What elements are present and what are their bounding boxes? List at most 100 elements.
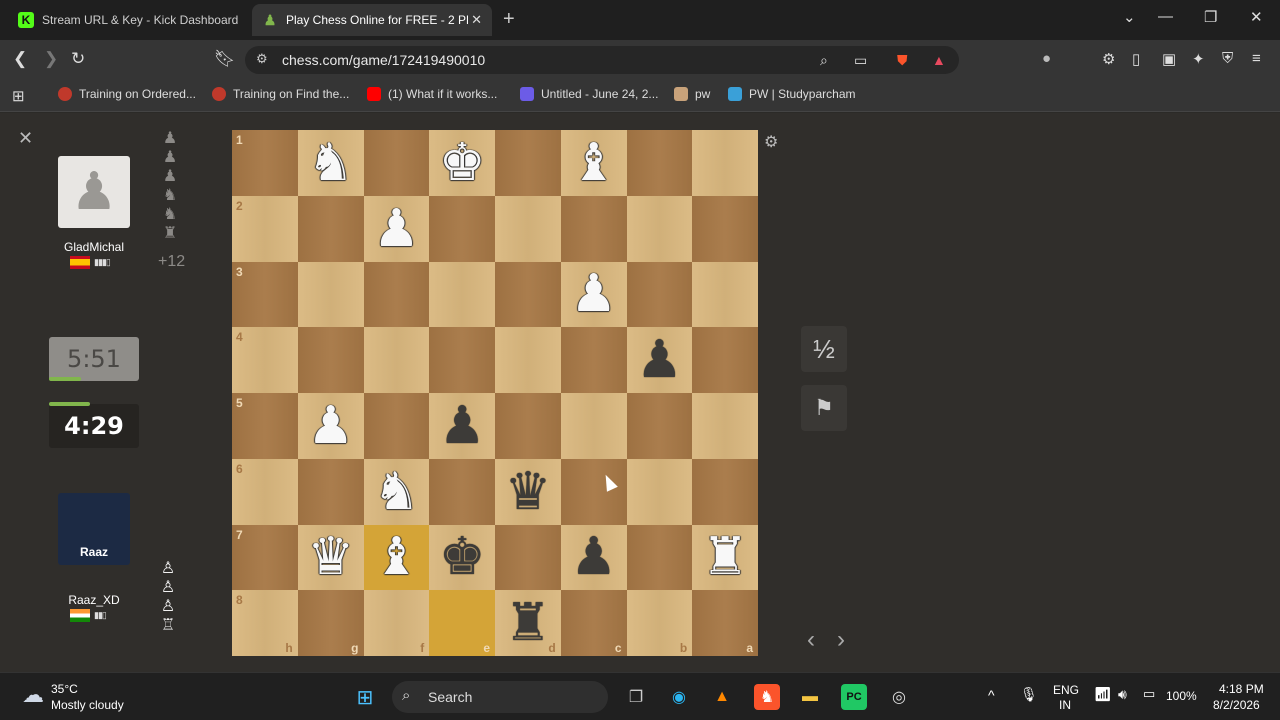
board-square[interactable] [560,327,627,393]
board-square[interactable] [626,195,693,262]
resign-flag-icon[interactable]: ⚑ [801,385,847,431]
white-rook-icon[interactable]: ♜ [702,531,749,583]
minimize-button[interactable]: — [1158,8,1173,25]
weather-desc[interactable]: Mostly cloudy [51,698,124,712]
board-square[interactable]: ♟ [626,327,693,393]
forward-button[interactable]: ❯ [44,49,58,69]
board-square[interactable] [297,327,364,393]
task-view-icon[interactable]: ❐ [623,684,649,710]
board-square[interactable] [692,327,758,393]
board-square[interactable] [363,393,430,459]
board-square[interactable] [429,261,495,328]
board-square[interactable] [363,327,430,393]
chess-board[interactable]: 1 ♞ ♚ ♝ 2 ♟ 3 ♟ 4 ♟ 5 ♟ ♟ 6 ♞ ♛ 7 ♛ ♝ ♚ ♟ ♜ 8 h g f e d ♜ c b a [232,130,758,656]
board-square[interactable]: f [363,590,430,656]
taskbar-search[interactable]: ⌕ Search [392,681,608,713]
board-square[interactable]: e [429,590,495,656]
board-square[interactable] [626,130,693,196]
extension-icon[interactable]: ● [1042,50,1051,67]
board-square[interactable] [495,327,561,393]
previous-move-button[interactable]: ‹ [807,626,815,654]
tab-chess[interactable]: ♟ Play Chess Online for FREE - 2 Pl ✕ [252,4,492,36]
board-square[interactable] [626,393,693,459]
board-square[interactable] [626,261,693,328]
board-square[interactable] [297,261,364,328]
battery-percent[interactable]: 100% [1166,689,1197,703]
board-square[interactable]: ♟ [560,524,627,591]
board-square[interactable] [429,195,495,262]
board-square[interactable] [626,524,693,591]
board-square[interactable] [560,458,627,525]
omnibox[interactable]: ⚙︎ chess.com/game/172419490010 ⌕ ▭ ⛊ ▲ [245,46,959,74]
tab-search-icon[interactable]: ⌄ [1123,8,1136,26]
white-bishop-icon[interactable]: ♝ [570,137,617,189]
close-icon[interactable]: ✕ [18,128,33,149]
player-avatar[interactable]: Raaz [58,493,130,565]
show-hidden-icons[interactable]: ^ [988,687,995,703]
board-square[interactable] [495,130,561,196]
board-square[interactable] [692,393,758,459]
bookmark-item[interactable]: pw [674,87,710,101]
board-square[interactable]: ♟ [560,261,627,328]
board-square[interactable]: ♞ [363,458,430,525]
microphone-icon[interactable]: 🎙︎ [1020,686,1038,703]
board-square[interactable]: 2 [232,195,298,262]
board-square[interactable]: 4 [232,327,298,393]
battery-icon[interactable]: ▭ [1143,686,1155,702]
windows-start-icon[interactable]: ⊞ [352,684,378,710]
black-rook-icon[interactable]: ♜ [505,597,552,649]
board-square[interactable] [297,195,364,262]
board-square[interactable] [560,393,627,459]
bookmark-item[interactable]: Untitled - June 24, 2... [520,87,658,101]
file-explorer-icon[interactable]: ▬ [797,684,823,710]
volume-icon[interactable]: 🔊︎ [1118,686,1127,703]
board-square[interactable]: c [560,590,627,656]
language-top[interactable]: ENG [1053,683,1079,697]
board-square[interactable]: ♜ [692,524,758,591]
board-square[interactable]: 1 [232,130,298,196]
board-settings-gear-icon[interactable]: ⚙ [764,132,778,152]
extensions-puzzle-icon[interactable]: ⚙ [1102,50,1115,68]
wifi-icon[interactable]: 📶︎ [1094,686,1112,703]
board-square[interactable] [560,195,627,262]
board-square[interactable] [495,393,561,459]
board-square[interactable]: 3 [232,261,298,328]
white-pawn-icon[interactable]: ♟ [570,268,617,320]
back-button[interactable]: ❮ [13,49,27,69]
white-queen-icon[interactable]: ♛ [307,531,354,583]
black-king-icon[interactable]: ♚ [439,531,486,583]
board-square[interactable] [363,261,430,328]
board-square[interactable]: d ♜ [495,590,561,656]
clock-date[interactable]: 8/2/2026 [1213,698,1260,712]
offer-draw-button[interactable]: ½ [801,326,847,372]
bookmark-icon[interactable]: 🔖︎ [214,49,236,69]
board-square[interactable] [495,195,561,262]
board-square[interactable]: ♛ [495,458,561,525]
board-square[interactable] [495,261,561,328]
board-square[interactable]: ♚ [429,130,495,196]
new-tab-button[interactable]: + [503,8,515,31]
board-square[interactable]: ♛ [297,524,364,591]
board-square[interactable] [363,130,430,196]
white-pawn-icon[interactable]: ♟ [307,400,354,452]
board-square[interactable] [429,327,495,393]
brave-icon[interactable]: ♞ [754,684,780,710]
vlc-icon[interactable]: ▲ [709,684,735,710]
board-square[interactable]: a [692,590,758,656]
vpn-icon[interactable]: ⛨ [1222,50,1233,67]
white-knight-icon[interactable]: ♞ [373,466,420,518]
board-square[interactable] [692,195,758,262]
black-queen-icon[interactable]: ♛ [505,466,552,518]
opponent-avatar[interactable]: ♟ [58,156,130,228]
board-square[interactable] [429,458,495,525]
brave-rewards-icon[interactable]: ▲ [932,52,946,68]
brave-shield-icon[interactable]: ⛊ [897,52,908,69]
white-knight-icon[interactable]: ♞ [307,137,354,189]
board-square[interactable] [692,261,758,328]
bookmark-item[interactable]: Training on Ordered... [58,87,196,101]
board-square[interactable]: 6 [232,458,298,525]
board-square[interactable] [692,130,758,196]
board-square[interactable]: g [297,590,364,656]
board-square[interactable]: ♟ [363,195,430,262]
board-square[interactable]: ♟ [297,393,364,459]
